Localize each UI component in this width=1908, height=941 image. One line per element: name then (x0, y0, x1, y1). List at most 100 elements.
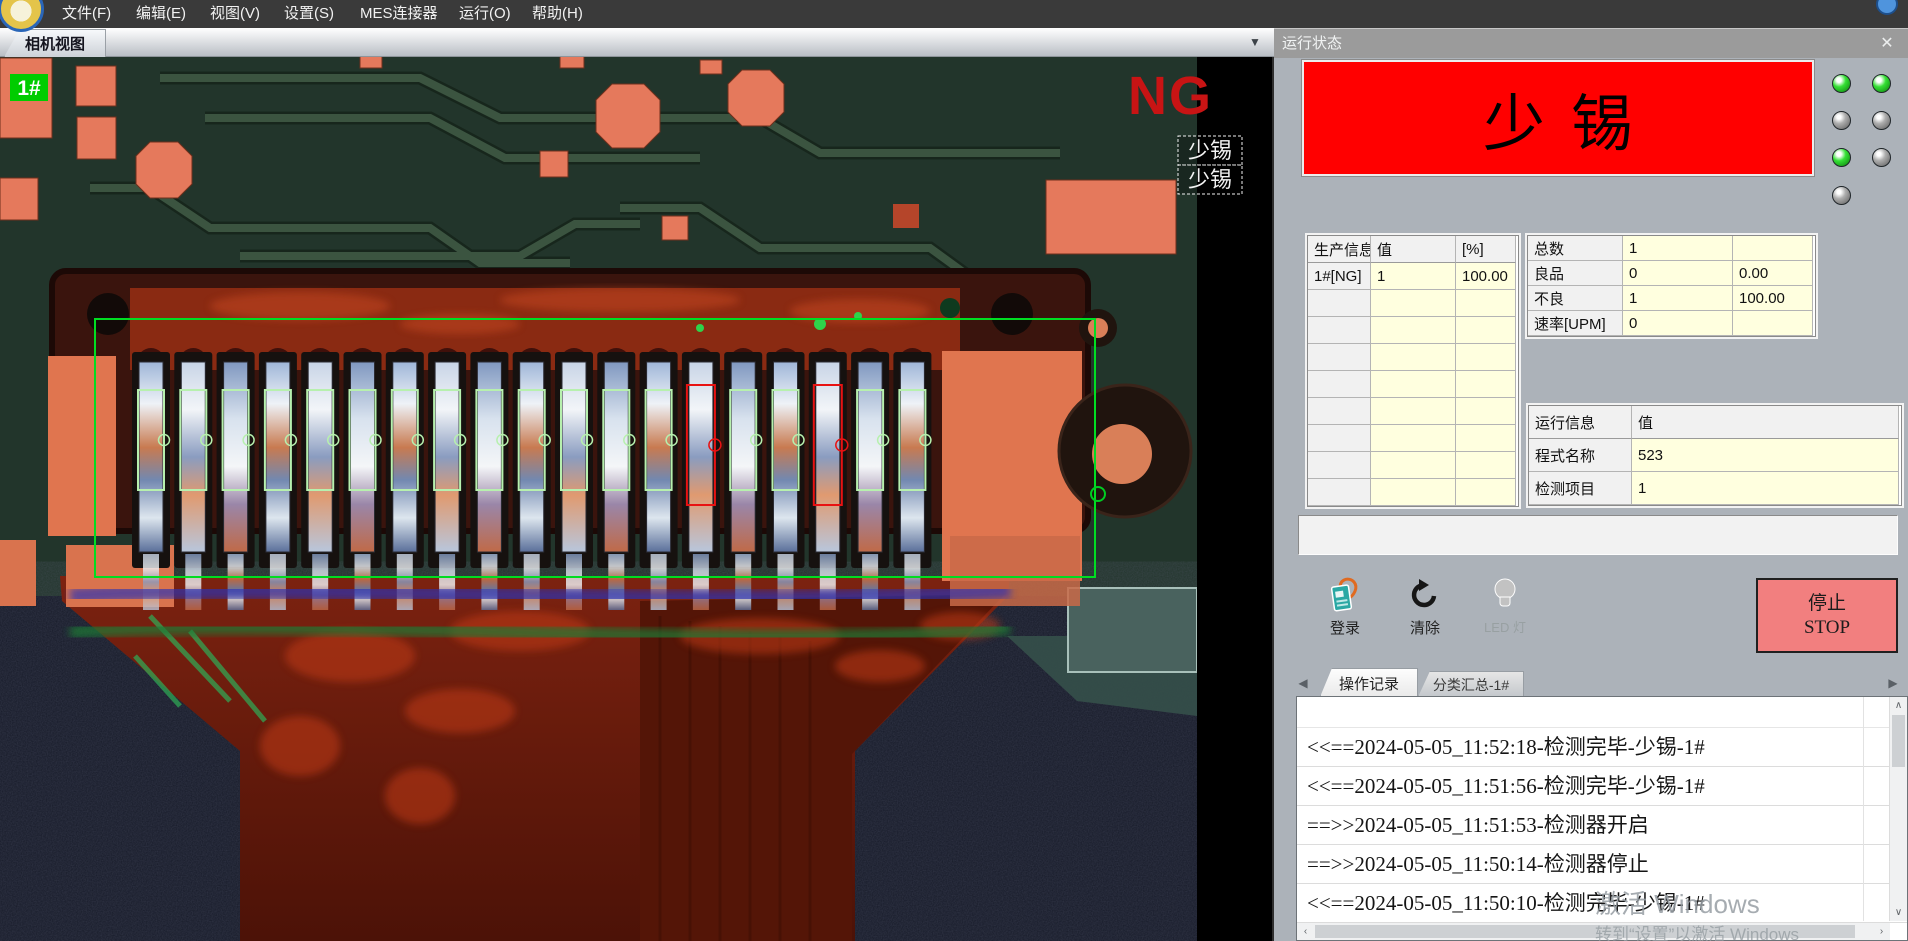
log-empty-row (1297, 697, 1907, 728)
stop-button[interactable]: 停止 STOP (1756, 578, 1898, 653)
table-cell: [%] (1456, 236, 1516, 263)
result-text: NG (1128, 66, 1213, 126)
table-cell (1308, 371, 1371, 398)
table-cell: 总数 (1528, 236, 1623, 261)
defect-label-1: 少锡 (1188, 138, 1232, 163)
log-entry[interactable]: ==>>2024-05-05_11:50:14-检测器停止 (1297, 845, 1907, 884)
table-cell (1456, 290, 1516, 317)
stop-label-cn: 停止 (1808, 592, 1846, 616)
led-bulb-icon (1487, 576, 1523, 614)
tab-camera-view[interactable]: 相机视图 (4, 29, 106, 57)
table-cell: 100.00 (1456, 263, 1516, 290)
windows-activation-watermark-sub: 转到“设置”以激活 Windows (1595, 920, 1799, 941)
stats-table: 总数1良品00.00不良1100.00速率[UPM]0 (1527, 235, 1816, 337)
table-cell (1456, 398, 1516, 425)
clear-button[interactable]: 清除 (1389, 576, 1461, 642)
menu-item-4[interactable]: MES连接器 (356, 0, 442, 28)
tab-camera-view-label: 相机视图 (25, 33, 85, 54)
table-cell: 值 (1632, 406, 1899, 439)
camera-image: 1# NG 少锡 少锡 (0, 56, 1272, 941)
table-cell (1371, 425, 1456, 452)
table-cell (1371, 479, 1456, 506)
table-cell (1456, 371, 1516, 398)
table-cell (1308, 290, 1371, 317)
tab-operation-log[interactable]: 操作记录 (1320, 668, 1418, 697)
table-cell (1308, 425, 1371, 452)
table-cell (1733, 311, 1813, 336)
camera-tab-bar: 相机视图 ▼ (0, 28, 1274, 57)
scroll-right-icon[interactable]: › (1873, 923, 1890, 940)
tab-classification-summary-label: 分类汇总-1# (1433, 675, 1509, 695)
table-cell: 运行信息 (1529, 406, 1632, 439)
table-cell: 生产信息 (1308, 236, 1371, 263)
status-led (1872, 148, 1891, 167)
tab-classification-summary[interactable]: 分类汇总-1# (1418, 671, 1524, 697)
table-cell: 1 (1371, 263, 1456, 290)
table-cell: 0 (1623, 311, 1733, 336)
table-cell (1371, 452, 1456, 479)
defect-label-2: 少锡 (1188, 167, 1232, 192)
table-cell: 100.00 (1733, 286, 1813, 311)
log-entry[interactable]: <<==2024-05-05_11:51:56-检测完毕-少锡-1# (1297, 767, 1907, 806)
production-table: 生产信息值[%]1#[NG]1100.00 (1307, 235, 1519, 507)
status-led (1872, 111, 1891, 130)
table-cell (1371, 344, 1456, 371)
table-cell (1456, 479, 1516, 506)
message-box (1298, 515, 1898, 555)
close-icon[interactable]: ✕ (1876, 29, 1898, 59)
menu-item-3[interactable]: 设置(S) (280, 0, 338, 28)
vertical-scroll-thumb[interactable] (1892, 715, 1905, 767)
table-cell (1456, 317, 1516, 344)
run-info-table: 运行信息值程式名称523检测项目1 (1528, 405, 1902, 506)
login-badge-icon (1327, 576, 1363, 614)
station-label: 1# (17, 77, 41, 100)
horizontal-scrollbar[interactable]: ‹ › (1297, 922, 1890, 940)
defect-banner: 少锡 (1302, 60, 1814, 176)
clear-refresh-icon (1407, 576, 1443, 614)
table-cell: 523 (1632, 439, 1899, 472)
scroll-up-icon[interactable]: ∧ (1890, 697, 1907, 714)
run-status-panel: 运行状态 ✕ 少锡 生产信息值[%]1#[NG]1100.00 总数1良品00.… (1274, 28, 1908, 941)
tray-icon[interactable] (1876, 0, 1898, 15)
status-led (1872, 74, 1891, 93)
menu-bar: 文件(F) 编辑(E) 视图(V) 设置(S) MES连接器运行(O) 帮助(H) (0, 0, 1908, 28)
log-entry[interactable]: <<==2024-05-05_11:52:18-检测完毕-少锡-1# (1297, 728, 1907, 767)
app-window: 文件(F) 编辑(E) 视图(V) 设置(S) MES连接器运行(O) 帮助(H) 相机视… (0, 0, 1908, 941)
login-button[interactable]: 登录 (1309, 576, 1381, 642)
status-led (1832, 74, 1851, 93)
table-cell (1371, 371, 1456, 398)
scroll-left-icon[interactable]: ‹ (1297, 923, 1314, 940)
table-cell (1308, 452, 1371, 479)
table-cell (1308, 317, 1371, 344)
clear-label: 清除 (1410, 617, 1440, 638)
table-cell (1456, 425, 1516, 452)
tab-scroll-right-icon[interactable]: ▶ (1886, 675, 1900, 691)
menu-item-6[interactable]: 帮助(H) (528, 0, 587, 28)
panel-title-label: 运行状态 (1282, 35, 1342, 52)
table-cell: 良品 (1528, 261, 1623, 286)
log-column-divider (1863, 697, 1864, 921)
table-cell: 0 (1623, 261, 1733, 286)
table-cell (1308, 479, 1371, 506)
table-cell (1371, 398, 1456, 425)
camera-view[interactable]: 1# NG 少锡 少锡 (0, 56, 1272, 941)
app-logo-icon (0, 0, 44, 32)
log-entry[interactable]: ==>>2024-05-05_11:51:53-检测器开启 (1297, 806, 1907, 845)
table-cell: 0.00 (1733, 261, 1813, 286)
vertical-scrollbar[interactable]: ∧ ∨ (1889, 697, 1907, 921)
windows-activation-watermark: 激活 Windows (1595, 884, 1760, 921)
table-cell: 速率[UPM] (1528, 311, 1623, 336)
tab-scroll-left-icon[interactable]: ◀ (1296, 675, 1310, 691)
table-cell (1308, 398, 1371, 425)
table-cell: 1#[NG] (1308, 263, 1371, 290)
tab-operation-log-label: 操作记录 (1339, 673, 1399, 694)
scroll-down-icon[interactable]: ∨ (1890, 904, 1907, 921)
led-label: LED 灯 (1484, 617, 1526, 636)
table-cell (1456, 452, 1516, 479)
menu-item-1[interactable]: 编辑(E) (132, 0, 190, 28)
menu-item-5[interactable]: 运行(O) (455, 0, 515, 28)
led-light-button[interactable]: LED 灯 (1469, 576, 1541, 642)
chevron-down-icon[interactable]: ▼ (1246, 33, 1264, 51)
menu-item-0[interactable]: 文件(F) (58, 0, 115, 28)
menu-item-2[interactable]: 视图(V) (206, 0, 264, 28)
